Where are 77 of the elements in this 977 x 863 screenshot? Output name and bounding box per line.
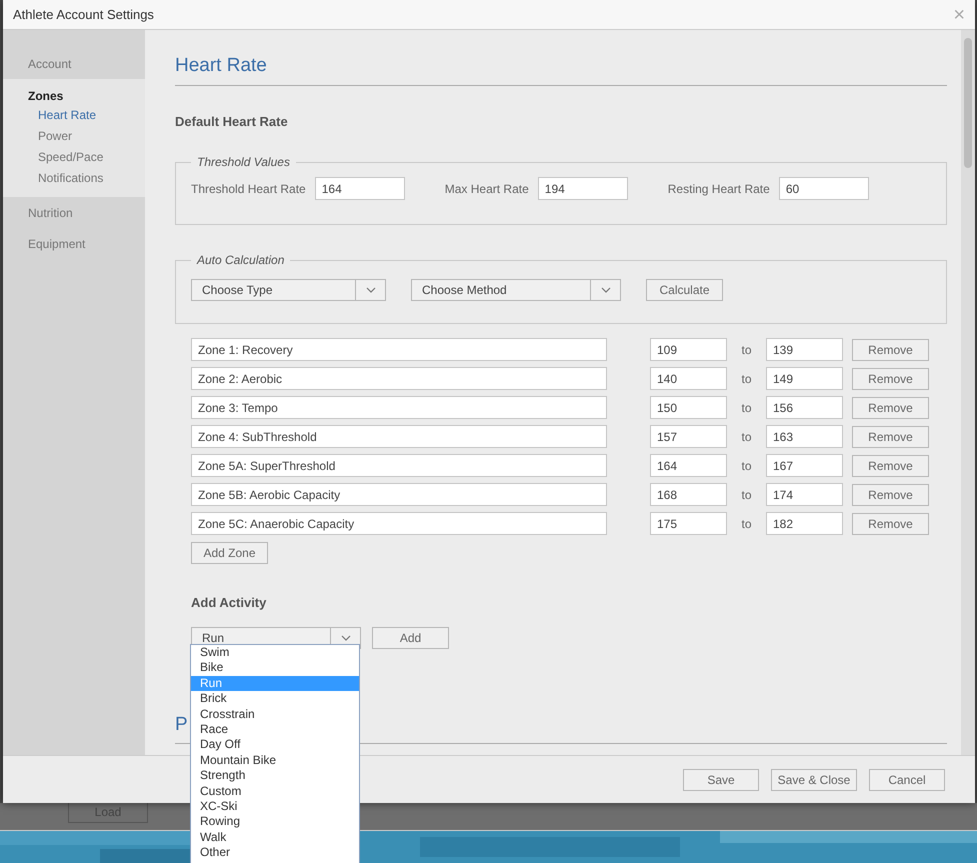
dropdown-option[interactable]: XC-Ski [191,799,359,814]
group-legend: Auto Calculation [191,251,290,269]
group-legend: Threshold Values [191,153,296,171]
text-field[interactable]: 60 [778,177,869,200]
text-field[interactable]: 194 [538,177,628,200]
method-select[interactable]: Choose Method [411,279,621,301]
zone-to-field[interactable]: 163 [766,425,843,448]
section-title: Default Heart Rate [175,112,289,130]
remove-button[interactable]: Remove [852,512,929,534]
zone-name-field[interactable]: Zone 5C: Anaerobic Capacity [191,512,607,535]
sidebar-subitem[interactable]: Speed/Pace [3,147,145,168]
zone-from-field[interactable]: 175 [650,512,727,535]
remove-button[interactable]: Remove [852,426,929,448]
dropdown-option[interactable]: Day Off [191,737,359,753]
page-heading: Heart Rate [175,55,267,76]
zone-name-field[interactable]: Zone 5A: SuperThreshold [191,454,607,477]
to-label: to [740,486,752,504]
zone-to-field[interactable]: 156 [766,396,843,419]
type-select[interactable]: Choose Type [191,279,386,301]
zone-to-field[interactable]: 182 [766,512,843,535]
to-label: to [740,342,752,358]
footer-button[interactable]: Save [683,768,759,790]
dropdown-option[interactable]: Crosstrain [191,706,359,722]
dropdown-option[interactable]: Custom [191,784,359,800]
dropdown-option[interactable]: Rowing [191,814,359,830]
remove-button[interactable]: Remove [852,396,929,418]
sidebar-subitem[interactable]: Power [3,126,145,147]
sidebar-subitem[interactable]: Notifications [3,168,145,189]
zone-name-field[interactable]: Zone 4: SubThreshold [191,425,607,448]
chevron-down-icon [366,287,376,293]
remove-button[interactable]: Remove [852,484,929,506]
dropdown-list[interactable]: Swim Bike Run Brick Crosstrain Race Day Off Mountain Bike Strength Custom XC-Ski Rowing Walk Other [190,644,360,863]
zone-from-field[interactable]: 157 [650,425,727,448]
remove-button[interactable]: Remove [852,454,929,476]
to-label: to [740,400,752,416]
dropdown-option[interactable]: Walk [191,830,359,846]
zone-to-field[interactable]: 167 [766,454,843,477]
sidebar-subitem[interactable]: Heart Rate [3,105,145,126]
chevron-down-icon [340,634,350,640]
window-title: Athlete Account Settings [13,6,154,24]
zone-name-field[interactable]: Zone 5B: Aerobic Capacity [191,483,607,506]
text-field[interactable]: 164 [314,177,405,200]
section-title: Add Activity [191,594,268,612]
chevron-down-icon [600,287,610,293]
zone-from-field[interactable]: 164 [650,454,727,477]
to-label: to [740,428,752,446]
remove-button[interactable]: Remove [852,338,929,360]
dropdown-option[interactable]: Mountain Bike [191,752,359,768]
dropdown-option[interactable]: Strength [191,768,359,784]
dropdown-option[interactable]: Bike [191,660,359,676]
zone-to-field[interactable]: 139 [766,338,843,361]
zone-to-field[interactable]: 174 [766,483,843,506]
add-zone-button[interactable]: Add Zone [191,542,268,564]
zone-from-field[interactable]: 168 [650,483,727,506]
field-label: Resting Heart Rate [668,180,770,198]
zone-name-field[interactable]: Zone 3: Tempo [191,396,607,419]
zone-from-field[interactable]: 140 [650,367,727,390]
zone-to-field[interactable]: 149 [766,367,843,390]
add-button[interactable]: Add [372,626,449,648]
to-label: to [740,516,752,532]
zone-from-field[interactable]: 150 [650,396,727,419]
field-label: Max Heart Rate [444,180,529,198]
dropdown-option[interactable]: Brick [191,691,359,707]
zone-name-field[interactable]: Zone 2: Aerobic [191,367,607,390]
dropdown-option[interactable]: Race [191,722,359,738]
remove-button[interactable]: Remove [852,368,929,390]
zone-from-field[interactable]: 109 [650,338,727,361]
footer-button[interactable]: Save & Close [771,768,857,790]
footer-button[interactable]: Cancel [869,768,945,790]
to-label: to [740,458,752,474]
zone-name-field[interactable]: Zone 1: Recovery [191,338,607,361]
to-label: to [740,370,752,388]
field-label: Threshold Heart Rate [191,180,306,198]
page-heading: P [175,714,188,734]
sidebar-item[interactable]: Zones [3,87,145,105]
dropdown-option[interactable]: Other [191,845,359,861]
calculate-button[interactable]: Calculate [646,279,723,301]
